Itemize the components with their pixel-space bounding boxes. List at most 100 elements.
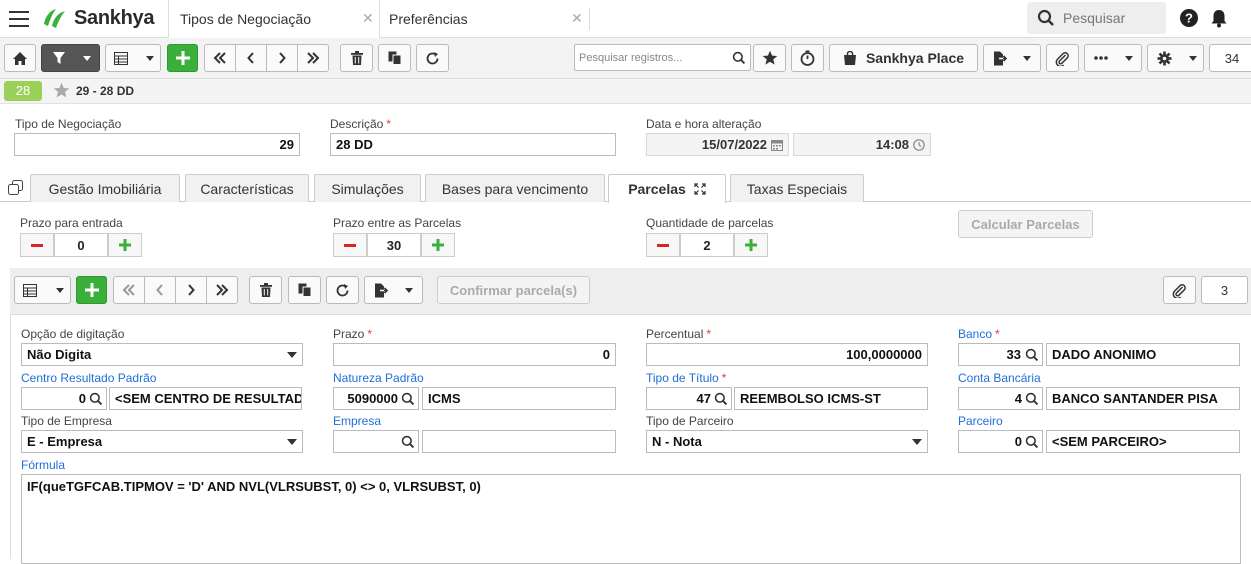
parceiro-code-field[interactable]: 0	[958, 430, 1043, 453]
natureza-name-field[interactable]: ICMS	[422, 387, 616, 410]
parcela-count: 3	[1201, 276, 1248, 304]
duplicate-button[interactable]	[378, 44, 411, 72]
help-icon[interactable]: ?	[1178, 7, 1200, 29]
search-records-input[interactable]: Pesquisar registros...	[574, 44, 751, 71]
tipo-parceiro-select[interactable]: N - Nota	[646, 430, 928, 453]
settings-button[interactable]	[1147, 44, 1204, 72]
close-tab-icon[interactable]: ✕	[571, 10, 583, 27]
calcular-parcelas-button[interactable]: Calcular Parcelas	[958, 210, 1093, 238]
previous-record-button[interactable]	[144, 276, 176, 304]
search-icon[interactable]	[732, 51, 746, 65]
home-button[interactable]	[4, 44, 36, 72]
tipo-empresa-select[interactable]: E - Empresa	[21, 430, 303, 453]
refresh-button[interactable]	[416, 44, 449, 72]
parceiro-label[interactable]: Parceiro	[958, 414, 1003, 428]
more-options-button[interactable]	[1084, 44, 1142, 72]
conta-bancaria-label[interactable]: Conta Bancária	[958, 371, 1041, 385]
tipo-titulo-label[interactable]: Tipo de Título *	[646, 371, 726, 385]
tab-tipos-negociacao[interactable]: Tipos de Negociação	[168, 0, 380, 38]
sankhya-place-button[interactable]: Sankhya Place	[829, 44, 978, 72]
centro-resultado-label[interactable]: Centro Resultado Padrão	[21, 371, 156, 385]
grid-view-button[interactable]	[105, 44, 161, 72]
first-record-button[interactable]	[113, 276, 145, 304]
empresa-code-field[interactable]	[333, 430, 419, 453]
search-icon[interactable]	[401, 435, 415, 449]
tab-parcelas[interactable]: Parcelas	[608, 174, 726, 203]
attachment-button[interactable]	[1046, 44, 1079, 72]
duplicate-parcela-button[interactable]	[288, 276, 321, 304]
delete-button[interactable]	[340, 44, 373, 72]
attachment-parcela-button[interactable]	[1163, 276, 1196, 304]
decrement-button[interactable]	[646, 233, 680, 257]
paperclip-icon	[1055, 51, 1069, 66]
prazo-parcelas-value[interactable]: 30	[367, 233, 421, 257]
tab-bases-vencimento[interactable]: Bases para vencimento	[425, 174, 605, 202]
search-icon[interactable]	[1025, 435, 1039, 449]
favorite-button[interactable]	[753, 44, 786, 72]
banco-code-field[interactable]: 33	[958, 343, 1043, 366]
delete-parcela-button[interactable]	[249, 276, 282, 304]
empresa-name-field[interactable]	[422, 430, 616, 453]
increment-button[interactable]	[734, 233, 768, 257]
increment-button[interactable]	[108, 233, 142, 257]
timer-button[interactable]	[791, 44, 824, 72]
opcao-digitacao-select[interactable]: Não Digita	[21, 343, 303, 366]
double-chevron-left-icon	[213, 52, 226, 64]
first-record-button[interactable]	[204, 44, 236, 72]
tab-caracteristicas[interactable]: Características	[185, 174, 309, 202]
decrement-button[interactable]	[333, 233, 367, 257]
refresh-parcela-button[interactable]	[326, 276, 359, 304]
previous-record-button[interactable]	[235, 44, 267, 72]
next-record-button[interactable]	[266, 44, 298, 72]
natureza-label[interactable]: Natureza Padrão	[333, 371, 424, 385]
next-record-button[interactable]	[175, 276, 207, 304]
percentual-field[interactable]: 100,0000000	[646, 343, 928, 366]
search-icon[interactable]	[1025, 392, 1039, 406]
conta-bancaria-code-field[interactable]: 4	[958, 387, 1043, 410]
increment-button[interactable]	[421, 233, 455, 257]
close-tab-icon[interactable]: ✕	[362, 10, 374, 27]
empresa-label[interactable]: Empresa	[333, 414, 381, 428]
brand-name: Sankhya	[74, 6, 155, 29]
descricao-field[interactable]: 28 DD	[330, 133, 616, 156]
decrement-button[interactable]	[20, 233, 54, 257]
tipo-negociacao-field[interactable]: 29	[14, 133, 300, 156]
search-icon[interactable]	[1025, 348, 1039, 362]
formula-label[interactable]: Fórmula	[21, 458, 65, 472]
formula-field[interactable]: IF(queTGFCAB.TIPMOV = 'D' AND NVL(VLRSUB…	[21, 474, 1241, 564]
tab-taxas-especiais[interactable]: Taxas Especiais	[730, 174, 864, 202]
centro-resultado-code-field[interactable]: 0	[21, 387, 107, 410]
confirmar-parcelas-button[interactable]: Confirmar parcela(s)	[437, 276, 590, 304]
grid-view-button[interactable]	[14, 276, 71, 304]
expand-icon[interactable]	[694, 183, 706, 195]
tipo-titulo-code-field[interactable]: 47	[646, 387, 732, 410]
banco-name-field[interactable]: DADO ANONIMO	[1046, 343, 1240, 366]
star-icon[interactable]	[53, 82, 70, 99]
banco-label[interactable]: Banco *	[958, 327, 1000, 341]
global-search[interactable]: Pesquisar	[1027, 2, 1166, 34]
search-icon[interactable]	[714, 392, 728, 406]
export-parcela-button[interactable]	[364, 276, 423, 304]
natureza-code-field[interactable]: 5090000	[333, 387, 419, 410]
search-icon[interactable]	[401, 392, 415, 406]
search-icon[interactable]	[89, 392, 103, 406]
tab-simulacoes[interactable]: Simulações	[314, 174, 421, 202]
filter-button[interactable]	[41, 44, 100, 72]
prazo-field[interactable]: 0	[333, 343, 616, 366]
bell-icon[interactable]	[1208, 7, 1230, 29]
centro-resultado-name-field[interactable]: <SEM CENTRO DE RESULTADO>	[109, 387, 302, 410]
add-parcela-button[interactable]	[76, 276, 107, 304]
add-button[interactable]	[167, 44, 198, 72]
export-button[interactable]	[983, 44, 1041, 72]
conta-bancaria-name-field[interactable]: BANCO SANTANDER PISA	[1046, 387, 1240, 410]
last-record-button[interactable]	[297, 44, 329, 72]
prazo-entrada-value[interactable]: 0	[54, 233, 108, 257]
parceiro-name-field[interactable]: <SEM PARCEIRO>	[1046, 430, 1240, 453]
tipo-titulo-name-field[interactable]: REEMBOLSO ICMS-ST	[734, 387, 928, 410]
tab-preferencias[interactable]: Preferências	[389, 0, 589, 38]
restore-window-icon[interactable]	[8, 180, 23, 195]
menu-icon[interactable]	[9, 11, 29, 27]
tab-gestao-imobiliaria[interactable]: Gestão Imobiliária	[30, 174, 180, 202]
quantidade-parcelas-value[interactable]: 2	[680, 233, 734, 257]
last-record-button[interactable]	[206, 276, 238, 304]
